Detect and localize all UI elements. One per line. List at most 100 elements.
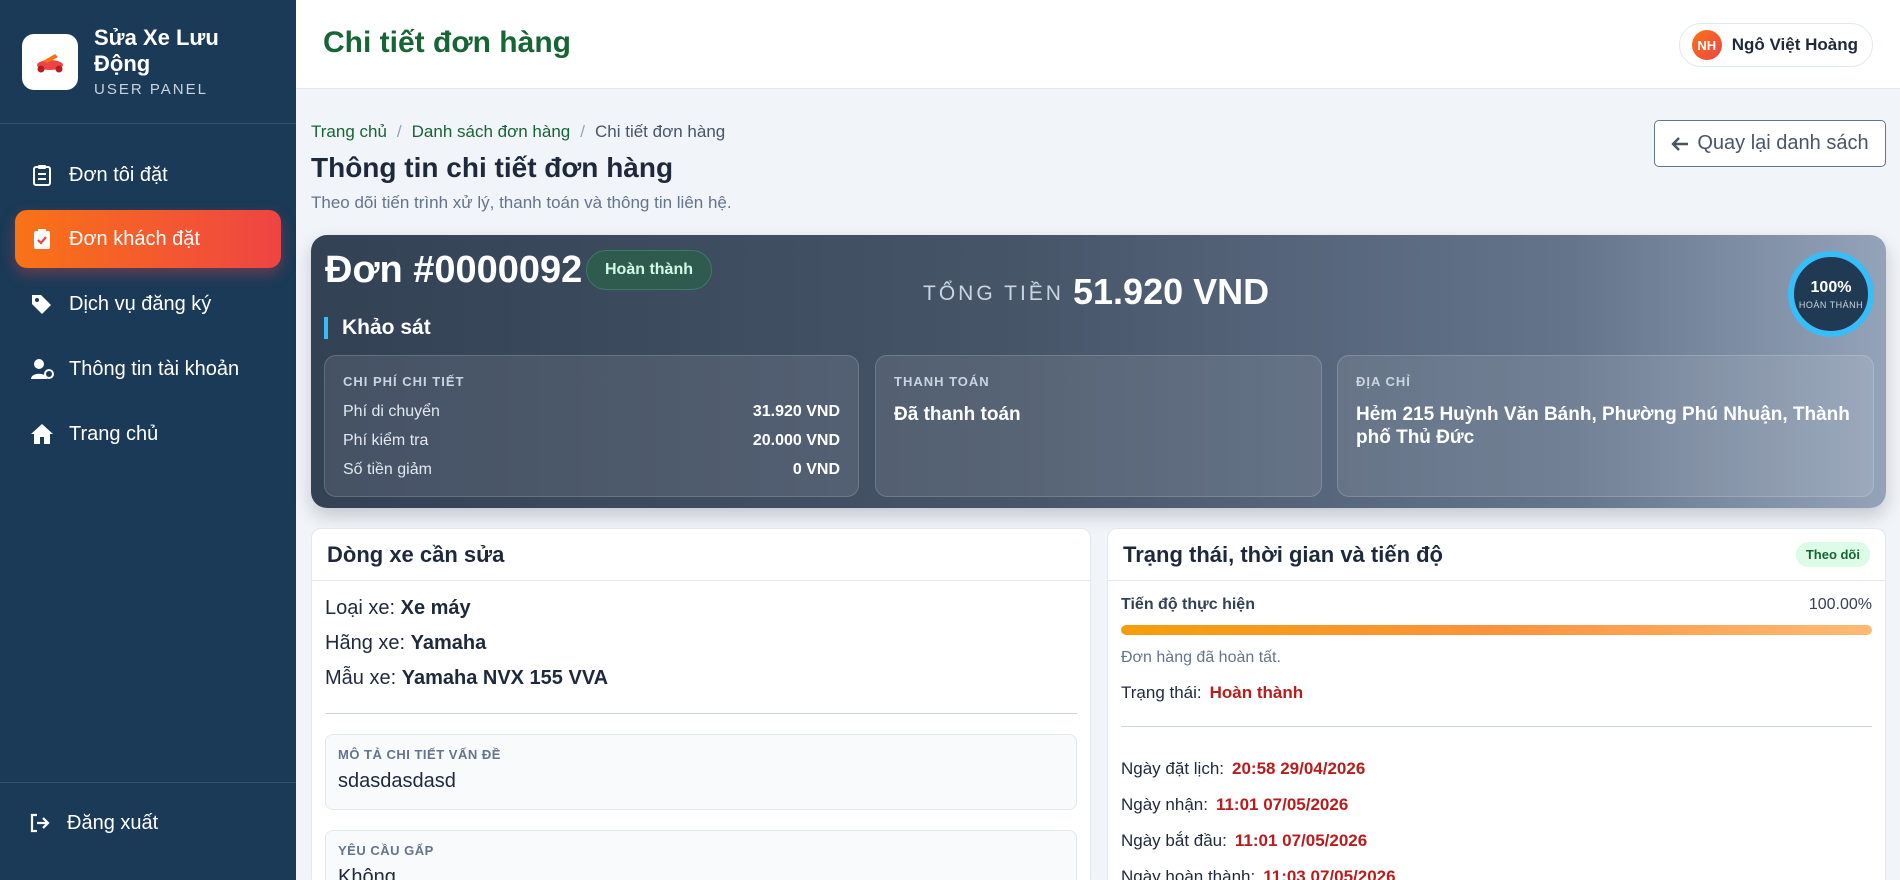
topbar: Chi tiết đơn hàng NH Ngô Việt Hoàng	[296, 0, 1900, 89]
vehicle-model-label: Mẫu xe:	[325, 667, 397, 689]
vehicle-brand-value: Yamaha	[410, 632, 487, 654]
breadcrumb-current: Chi tiết đơn hàng	[595, 122, 726, 141]
arrow-left-icon	[1671, 136, 1689, 152]
back-button-label: Quay lại danh sách	[1697, 132, 1869, 154]
panel-header: Trạng thái, thời gian và tiến độ Theo dõ…	[1108, 529, 1885, 581]
cost-detail-card: CHI PHÍ CHI TIẾT Phí di chuyển 31.920 VN…	[324, 355, 859, 497]
progress-percent: 100.00%	[1808, 596, 1872, 613]
payment-card: THANH TOÁN Đã thanh toán	[875, 355, 1322, 497]
progress-note: Đơn hàng đã hoàn tất.	[1121, 649, 1281, 666]
status-value: Hoàn thành	[1209, 683, 1304, 702]
order-phase: Khảo sát	[324, 317, 431, 339]
fee-name: Số tiền giảm	[343, 461, 432, 478]
time-value: 11:03 07/05/2026	[1263, 867, 1396, 880]
status-badge: Hoàn thành	[586, 250, 712, 290]
fee-name: Phí di chuyển	[343, 403, 440, 420]
vehicle-type-label: Loại xe:	[325, 597, 396, 619]
status-label: Trạng thái:	[1121, 683, 1202, 702]
section-subtitle: Theo dõi tiến trình xử lý, thanh toán và…	[311, 193, 732, 212]
problem-description: MÔ TẢ CHI TIẾT VẤN ĐỀ sdasdasdasd	[325, 734, 1077, 810]
sidebar-item-account[interactable]: Thông tin tài khoản	[15, 340, 281, 398]
payment-label: THANH TOÁN	[894, 374, 990, 389]
fee-value: 31.920 VND	[752, 403, 840, 420]
time-label: Ngày đặt lịch:	[1121, 759, 1224, 778]
breadcrumb: Trang chủ / Danh sách đơn hàng / Chi tiế…	[311, 122, 725, 142]
vehicle-brand-label: Hãng xe:	[325, 632, 406, 654]
time-value: 11:01 07/05/2026	[1234, 831, 1368, 850]
user-name: Ngô Việt Hoàng	[1731, 35, 1858, 54]
sidebar-item-label: Dịch vụ đăng ký	[69, 292, 212, 315]
address-label: ĐỊA CHỈ	[1356, 374, 1411, 389]
sidebar-item-label: Thông tin tài khoản	[69, 357, 240, 380]
logout-button[interactable]: Đăng xuất	[29, 811, 158, 835]
progress-ring: 100% HOÀN THÀNH	[1788, 251, 1874, 337]
problem-description-value: sdasdasdasd	[338, 770, 456, 792]
home-icon	[29, 421, 55, 447]
brand: Sửa Xe Lưu Động USER PANEL	[0, 0, 296, 124]
time-value: 11:01 07/05/2026	[1215, 795, 1349, 814]
fee-value: 20.000 VND	[752, 432, 840, 449]
total-value: 51.920 VND	[1073, 271, 1270, 312]
sidebar-item-services[interactable]: Dịch vụ đăng ký	[15, 275, 281, 333]
fee-row: Số tiền giảm 0 VND	[343, 461, 840, 479]
address-card: ĐỊA CHỈ Hẻm 215 Huỳnh Văn Bánh, Phường P…	[1337, 355, 1874, 497]
urgent-request: YÊU CẦU GẤP Không	[325, 830, 1077, 880]
fee-name: Phí kiểm tra	[343, 432, 429, 449]
vehicle-model: Mẫu xe: Yamaha NVX 155 VVA	[325, 667, 608, 690]
breadcrumb-separator: /	[580, 122, 585, 141]
panel-title: Trạng thái, thời gian và tiến độ	[1123, 541, 1443, 567]
fee-row: Phí di chuyển 31.920 VND	[343, 403, 840, 421]
status-panel: Trạng thái, thời gian và tiến độ Theo dõ…	[1107, 528, 1886, 880]
progress-ring-label: HOÀN THÀNH	[1798, 299, 1864, 310]
sidebar: Sửa Xe Lưu Động USER PANEL Đơn tôi đặt Đ…	[0, 0, 296, 880]
sidebar-item-label: Trang chủ	[69, 422, 159, 445]
payment-value: Đã thanh toán	[894, 404, 1021, 425]
vehicle-panel: Dòng xe cần sửa Loại xe: Xe máy Hãng xe:…	[311, 528, 1091, 880]
total-label: TỔNG TIỀN	[923, 282, 1064, 305]
panel-header: Dòng xe cần sửa	[312, 529, 1090, 581]
section-title: Thông tin chi tiết đơn hàng	[311, 152, 674, 183]
user-gear-icon	[29, 356, 55, 382]
sidebar-item-my-orders[interactable]: Đơn tôi đặt	[15, 146, 281, 204]
time-row: Ngày đặt lịch: 20:58 29/04/2026	[1121, 759, 1365, 779]
breadcrumb-separator: /	[396, 122, 402, 141]
sidebar-item-customer-orders[interactable]: Đơn khách đặt	[15, 210, 281, 268]
cost-detail-label: CHI PHÍ CHI TIẾT	[343, 374, 465, 389]
clipboard-list-icon	[29, 162, 55, 188]
vehicle-type: Loại xe: Xe máy	[325, 597, 471, 620]
vehicle-brand: Hãng xe: Yamaha	[325, 632, 486, 655]
time-value: 20:58 29/04/2026	[1232, 759, 1366, 778]
brand-subtitle: USER PANEL	[94, 81, 208, 98]
fee-value: 0 VND	[792, 461, 840, 478]
urgent-request-value: Không	[338, 866, 396, 880]
sidebar-item-label: Đơn khách đặt	[69, 227, 200, 250]
user-menu[interactable]: NH Ngô Việt Hoàng	[1678, 23, 1873, 67]
sidebar-item-home[interactable]: Trang chủ	[15, 405, 281, 463]
breadcrumb-order-list[interactable]: Danh sách đơn hàng	[412, 122, 571, 142]
address-value: Hẻm 215 Huỳnh Văn Bánh, Phường Phú Nhuận…	[1356, 404, 1850, 448]
time-label: Ngày bắt đầu:	[1121, 831, 1227, 850]
clipboard-check-icon	[29, 226, 55, 252]
time-row: Ngày hoàn thành: 11:03 07/05/2026	[1121, 867, 1396, 880]
sign-out-icon	[29, 811, 53, 835]
urgent-request-label: YÊU CẦU GẤP	[338, 843, 434, 858]
follow-tag: Theo dõi	[1795, 542, 1870, 567]
page-title: Chi tiết đơn hàng	[323, 26, 571, 59]
progress-bar-fill	[1121, 625, 1872, 635]
progress-label: Tiến độ thực hiện	[1121, 596, 1255, 613]
divider	[325, 713, 1077, 714]
time-row: Ngày bắt đầu: 11:01 07/05/2026	[1121, 831, 1367, 851]
order-number: Đơn #0000092	[325, 249, 583, 291]
panel-title: Dòng xe cần sửa	[327, 541, 505, 567]
tags-icon	[29, 291, 55, 317]
time-label: Ngày hoàn thành:	[1121, 867, 1256, 880]
back-to-list-button[interactable]: Quay lại danh sách	[1654, 120, 1886, 167]
logout-label: Đăng xuất	[67, 811, 159, 834]
avatar: NH	[1691, 30, 1722, 60]
brand-title: Sửa Xe Lưu Động	[94, 25, 219, 76]
breadcrumb-home[interactable]: Trang chủ	[311, 122, 387, 142]
divider	[1121, 726, 1872, 727]
sidebar-footer: Đăng xuất	[0, 782, 296, 834]
logo-icon	[22, 33, 78, 90]
time-row: Ngày nhận: 11:01 07/05/2026	[1121, 795, 1348, 815]
